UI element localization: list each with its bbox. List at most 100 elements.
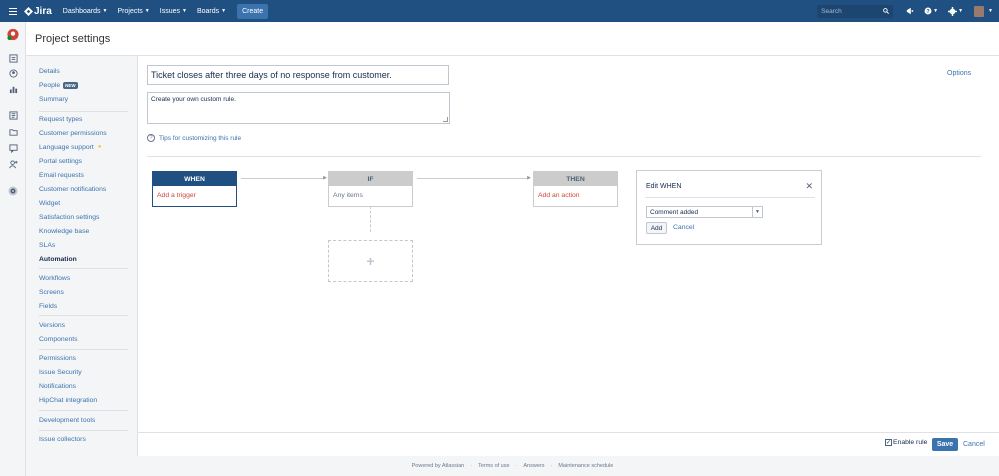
sidebar-item-label: Permissions [39,354,77,362]
footer-maintenance-link[interactable]: Maintenance schedule [558,463,613,469]
svg-text:?: ? [926,9,930,15]
sidebar-item-label: Knowledge base [39,227,90,235]
chevron-down-icon: ▼ [958,8,964,14]
search-icon [883,7,890,14]
customers-icon[interactable] [7,68,19,79]
cancel-link[interactable]: Cancel [673,224,694,231]
sidebar-item-request-types[interactable]: Request types [39,112,128,126]
add-trigger-link[interactable]: Add a trigger [153,186,236,205]
any-items-label: Any items [333,192,363,199]
reports-icon[interactable] [7,84,19,95]
project-avatar[interactable] [7,28,19,41]
sidebar-item-label: Screens [39,288,64,296]
chevron-down-icon: ▼ [181,8,187,14]
nav-projects-label: Projects [117,7,143,15]
sidebar-item-language-support[interactable]: Language support ● [39,140,128,154]
sidebar-divider [39,349,128,350]
sidebar-item-fields[interactable]: Fields [39,299,128,313]
sidebar-item-label: Customer permissions [39,129,107,137]
sidebar-item-label: Widget [39,199,61,207]
create-button[interactable]: Create [237,3,269,19]
sidebar-item-development-tools[interactable]: Development tools [39,413,128,427]
sidebar-item-label: Customer notifications [39,185,107,193]
add-button[interactable]: Add [646,222,667,234]
sidebar-item-automation[interactable]: Automation [39,252,128,266]
sidebar-item-people[interactable]: People NEW [39,78,128,92]
sidebar-item-label: Notifications [39,382,77,390]
sidebar-item-knowledge-base[interactable]: Knowledge base [39,224,128,238]
nav-dashboards[interactable]: Dashboards ▼ [63,8,108,15]
star-icon: ● [97,144,102,150]
add-user-icon[interactable] [7,159,19,170]
sidebar-item-workflows[interactable]: Workflows [39,271,128,285]
sidebar-item-label: Versions [39,321,66,329]
footer-powered-by[interactable]: Powered by Atlassian [412,463,465,469]
sidebar-item-widget[interactable]: Widget [39,196,128,210]
sidebar-item-issue-security[interactable]: Issue Security [39,365,128,379]
sidebar-item-label: Request types [39,115,83,123]
megaphone-icon[interactable] [906,7,914,15]
cancel-link[interactable]: Cancel [963,441,985,448]
user-avatar[interactable] [974,5,985,17]
new-badge: NEW [63,81,78,89]
add-action-link[interactable]: Add an action [534,186,617,205]
footer-terms-link[interactable]: Terms of use [478,463,509,469]
project-settings-icon[interactable] [7,185,19,196]
sidebar-item-customer-permissions[interactable]: Customer permissions [39,126,128,140]
knowledge-icon[interactable] [7,110,19,121]
sidebar-item-screens[interactable]: Screens [39,285,128,299]
trigger-select[interactable]: Comment added [646,206,753,218]
menu-icon[interactable] [9,7,17,15]
sidebar-item-slas[interactable]: SLAs [39,238,128,252]
jira-logo[interactable]: Jira [24,6,52,17]
sidebar-item-label: Issue collectors [39,435,86,443]
sidebar-item-label: Development tools [39,416,96,424]
when-card[interactable]: WHEN Add a trigger [152,171,237,207]
sidebar-item-satisfaction-settings[interactable]: Satisfaction settings [39,210,128,224]
nav-projects[interactable]: Projects ▼ [118,8,150,15]
nav-issues[interactable]: Issues ▼ [160,8,187,15]
sidebar-item-label: SLAs [39,241,56,249]
enable-rule-checkbox[interactable]: ✓ Enable rule [885,439,927,446]
divider [645,197,815,198]
sidebar-item-notifications[interactable]: Notifications [39,379,128,393]
sidebar-item-components[interactable]: Components [39,332,128,346]
nav-issues-label: Issues [159,7,180,15]
then-card[interactable]: THEN Add an action [533,171,618,207]
close-icon[interactable]: ✕ [805,181,813,192]
sidebar-item-customer-notifications[interactable]: Customer notifications [39,182,128,196]
footer-separator: · [550,463,553,469]
rule-name-input[interactable]: Ticket closes after three days of no res… [147,65,449,85]
chevron-down-icon[interactable]: ▼ [987,8,993,14]
chat-icon[interactable] [7,143,19,154]
page-header: Project settings [26,22,999,56]
options-link[interactable]: Options [947,70,971,77]
search-input[interactable]: Search [817,4,894,18]
sidebar-item-versions[interactable]: Versions [39,318,128,332]
queues-icon[interactable] [7,53,19,64]
sidebar-item-hipchat-integration[interactable]: HipChat integration [39,393,128,407]
if-card[interactable]: IF Any items [328,171,413,207]
resize-handle-icon[interactable] [443,117,448,122]
nav-boards[interactable]: Boards ▼ [197,8,226,15]
folder-icon[interactable] [7,127,19,138]
sidebar-item-issue-collectors[interactable]: Issue collectors [39,432,128,446]
footer-separator: · [470,463,473,469]
sidebar-item-email-requests[interactable]: Email requests [39,168,128,182]
sidebar-item-permissions[interactable]: Permissions [39,351,128,365]
add-condition-button[interactable]: + [328,240,413,282]
chevron-down-icon[interactable]: ▼ [753,206,763,218]
sidebar-item-label: Language support [39,143,94,151]
help-icon: ? [924,7,932,15]
rule-description-textarea[interactable]: Create your own custom rule. [147,92,450,124]
tips-link[interactable]: ? Tips for customizing this rule [147,134,241,142]
sidebar-item-label: Fields [39,302,58,310]
sidebar-item-details[interactable]: Details [39,64,128,78]
settings-button[interactable]: ▼ [948,6,964,16]
save-button[interactable]: Save [932,438,958,451]
sidebar-item-portal-settings[interactable]: Portal settings [39,154,128,168]
help-button[interactable]: ? ▼ [924,7,938,15]
sidebar-item-summary[interactable]: Summary [39,92,128,106]
sidebar-item-label: Summary [39,95,69,103]
footer-answers-link[interactable]: Answers [523,463,544,469]
